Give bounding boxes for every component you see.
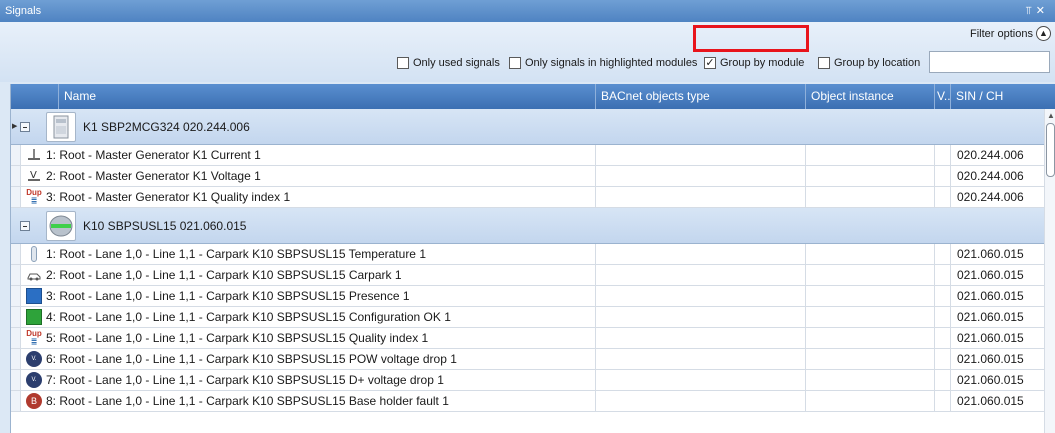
filter-bar: Filter options ▲ Only used signals Only … <box>0 22 1055 82</box>
object-instance-cell <box>806 370 935 390</box>
bacnet-type-cell <box>596 166 806 186</box>
checkbox-box-checked[interactable]: ✓ <box>704 57 716 69</box>
filter-options-toggle[interactable]: Filter options ▲ <box>970 26 1051 41</box>
column-object-instance[interactable]: Object instance <box>806 84 935 109</box>
bacnet-type-cell <box>596 349 806 369</box>
group-row[interactable]: K10 SBPSUSL15 021.060.015 <box>11 208 1044 244</box>
signal-name: 1: Root - Master Generator K1 Current 1 <box>21 145 596 165</box>
only-used-signals-checkbox[interactable]: Only used signals <box>397 54 500 72</box>
bacnet-type-cell <box>596 370 806 390</box>
table-row[interactable]: Dup ≣ 5: Root - Lane 1,0 - Line 1,1 - Car… <box>11 328 1044 349</box>
collapse-up-icon[interactable]: ▲ <box>1036 26 1051 41</box>
table-row[interactable]: 4: Root - Lane 1,0 - Line 1,1 - Carpark … <box>11 307 1044 328</box>
sin-ch-cell: 020.244.006 <box>957 190 1024 204</box>
bacnet-type-cell <box>596 391 806 411</box>
sin-ch-cell: 021.060.015 <box>957 394 1024 408</box>
only-highlighted-modules-checkbox[interactable]: Only signals in highlighted modules <box>509 54 697 72</box>
bacnet-type-cell <box>596 244 806 264</box>
column-bacnet-type[interactable]: BACnet objects type <box>596 84 806 109</box>
panel-title-bar: Signals ⫪✕ <box>0 0 1055 22</box>
bacnet-type-cell <box>596 328 806 348</box>
filter-options-label: Filter options <box>970 27 1033 40</box>
sin-ch-cell: 021.060.015 <box>957 268 1024 282</box>
scroll-thumb[interactable] <box>1046 123 1055 177</box>
bacnet-type-cell <box>596 286 806 306</box>
signal-name: 6: Root - Lane 1,0 - Line 1,1 - Carpark … <box>21 349 596 369</box>
group-by-module-checkbox[interactable]: ✓ Group by module <box>704 54 804 72</box>
checkbox-label: Only signals in highlighted modules <box>525 57 698 69</box>
object-instance-cell <box>806 391 935 411</box>
scroll-up-icon[interactable]: ▲ <box>1047 111 1055 120</box>
group-title: K1 SBP2MCG324 020.244.006 <box>83 120 250 134</box>
group-title: K10 SBPSUSL15 021.060.015 <box>83 219 247 233</box>
signal-name: 7: Root - Lane 1,0 - Line 1,1 - Carpark … <box>21 370 596 390</box>
object-instance-cell <box>806 349 935 369</box>
sin-ch-cell: 021.060.015 <box>957 247 1024 261</box>
bacnet-type-cell <box>596 265 806 285</box>
object-instance-cell <box>806 244 935 264</box>
collapse-icon[interactable] <box>20 221 30 231</box>
sin-ch-cell: 021.060.015 <box>957 352 1024 366</box>
table-row[interactable]: Dup ≣ 3: Root - Master Generator K1 Quali… <box>11 187 1044 208</box>
sin-ch-cell: 021.060.015 <box>957 373 1024 387</box>
checkbox-box[interactable] <box>509 57 521 69</box>
signal-name: 4: Root - Lane 1,0 - Line 1,1 - Carpark … <box>21 307 596 327</box>
row-indicator-icon: ▶ <box>12 123 18 130</box>
module-thumbnail <box>46 211 76 241</box>
signals-grid: Name BACnet objects type Object instance… <box>10 84 1055 433</box>
collapse-icon[interactable] <box>20 122 30 132</box>
header-spacer <box>11 84 59 109</box>
table-row[interactable]: V. 7: Root - Lane 1,0 - Line 1,1 - Carpa… <box>11 370 1044 391</box>
bacnet-type-cell <box>596 307 806 327</box>
checkbox-box[interactable] <box>397 57 409 69</box>
sin-ch-cell: 021.060.015 <box>957 331 1024 345</box>
bacnet-type-cell <box>596 187 806 207</box>
signal-name: 5: Root - Lane 1,0 - Line 1,1 - Carpark … <box>21 328 596 348</box>
table-row[interactable]: B 8: Root - Lane 1,0 - Line 1,1 - Carpar… <box>11 391 1044 412</box>
column-v[interactable]: V.. <box>935 84 951 109</box>
column-sin-ch[interactable]: SIN / CH <box>951 84 1055 109</box>
grid-header: Name BACnet objects type Object instance… <box>11 84 1055 109</box>
title-bar-icons: ⫪✕ <box>1026 0 1049 22</box>
object-instance-cell <box>806 145 935 165</box>
column-name[interactable]: Name <box>59 84 596 109</box>
checkbox-label: Group by location <box>834 57 921 69</box>
sin-ch-cell: 021.060.015 <box>957 289 1024 303</box>
object-instance-cell <box>806 286 935 306</box>
signal-name: 3: Root - Lane 1,0 - Line 1,1 - Carpark … <box>21 286 596 306</box>
close-icon[interactable]: ✕ <box>1036 5 1049 17</box>
table-row[interactable]: 1: Root - Master Generator K1 Current 1 … <box>11 145 1044 166</box>
checkbox-box[interactable] <box>818 57 830 69</box>
table-row[interactable]: 3: Root - Lane 1,0 - Line 1,1 - Carpark … <box>11 286 1044 307</box>
signals-panel: Signals ⫪✕ Filter options ▲ Only used si… <box>0 0 1055 433</box>
module-thumbnail <box>46 112 76 142</box>
table-row[interactable]: 2: Root - Lane 1,0 - Line 1,1 - Carpark … <box>11 265 1044 286</box>
bacnet-type-cell <box>596 145 806 165</box>
signal-name: 2: Root - Master Generator K1 Voltage 1 <box>21 166 596 186</box>
signal-name: 3: Root - Master Generator K1 Quality in… <box>21 187 596 207</box>
group-by-location-checkbox[interactable]: Group by location <box>818 54 920 72</box>
vertical-scrollbar[interactable]: ▲ <box>1044 109 1055 433</box>
signal-name: 2: Root - Lane 1,0 - Line 1,1 - Carpark … <box>21 265 596 285</box>
pin-icon[interactable]: ⫪ <box>1026 5 1036 17</box>
checkbox-label: Group by module <box>720 57 805 69</box>
object-instance-cell <box>806 328 935 348</box>
object-instance-cell <box>806 307 935 327</box>
signal-name: 8: Root - Lane 1,0 - Line 1,1 - Carpark … <box>21 391 596 411</box>
sin-ch-cell: 021.060.015 <box>957 310 1024 324</box>
filter-search-input[interactable] <box>929 51 1050 73</box>
checkbox-label: Only used signals <box>413 57 500 69</box>
panel-title: Signals <box>5 5 42 17</box>
table-row[interactable]: 1: Root - Lane 1,0 - Line 1,1 - Carpark … <box>11 244 1044 265</box>
sin-ch-cell: 020.244.006 <box>957 148 1024 162</box>
highlight-annotation-box <box>693 25 809 52</box>
object-instance-cell <box>806 187 935 207</box>
table-row[interactable]: V 2: Root - Master Generator K1 Voltage … <box>11 166 1044 187</box>
table-row[interactable]: V. 6: Root - Lane 1,0 - Line 1,1 - Carpa… <box>11 349 1044 370</box>
object-instance-cell <box>806 166 935 186</box>
object-instance-cell <box>806 265 935 285</box>
sin-ch-cell: 020.244.006 <box>957 169 1024 183</box>
signal-name: 1: Root - Lane 1,0 - Line 1,1 - Carpark … <box>21 244 596 264</box>
group-row[interactable]: ▶ K1 SBP2MCG324 020.244.006 <box>11 109 1044 145</box>
